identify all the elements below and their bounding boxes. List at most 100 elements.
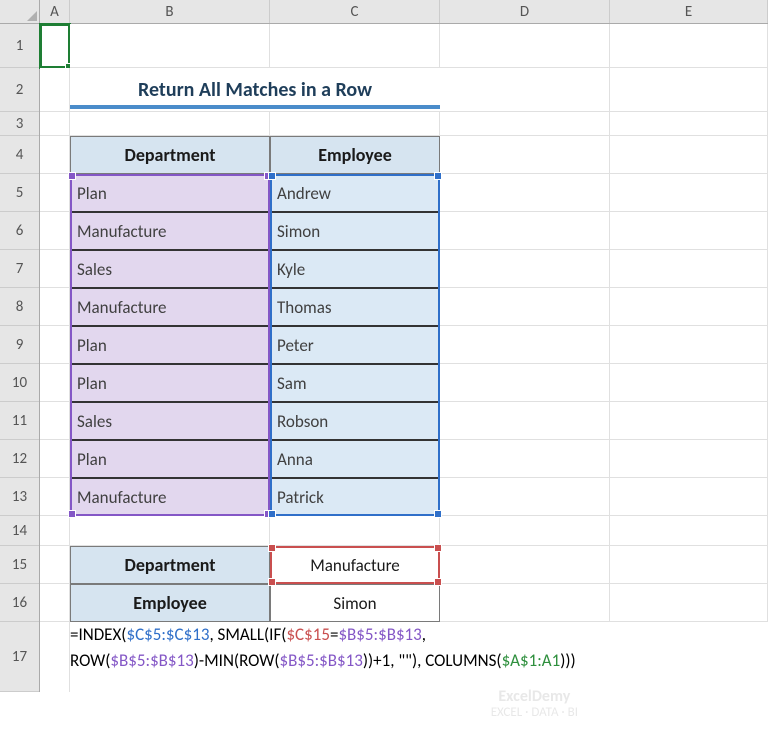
title-cell[interactable]: Return All Matches in a Row: [70, 68, 440, 112]
cell-E16[interactable]: [610, 584, 768, 622]
cell-D1[interactable]: [440, 24, 610, 68]
cell-E8[interactable]: [610, 288, 768, 326]
cell-A1[interactable]: [40, 24, 70, 68]
cell-E5[interactable]: [610, 174, 768, 212]
cell-C3[interactable]: [270, 112, 440, 136]
table-row[interactable]: Plan: [70, 364, 270, 402]
row-header-13[interactable]: 13: [0, 478, 39, 516]
cell-E10[interactable]: [610, 364, 768, 402]
row-header-9[interactable]: 9: [0, 326, 39, 364]
cell-E4[interactable]: [610, 136, 768, 174]
cell-D16[interactable]: [440, 584, 610, 622]
cell-D9[interactable]: [440, 326, 610, 364]
row-header-11[interactable]: 11: [0, 402, 39, 440]
cell-E1[interactable]: [610, 24, 768, 68]
cell-D12[interactable]: [440, 440, 610, 478]
cell-E9[interactable]: [610, 326, 768, 364]
table-row[interactable]: Manufacture: [70, 212, 270, 250]
table-row[interactable]: Sam: [270, 364, 440, 402]
cell-E12[interactable]: [610, 440, 768, 478]
lookup-emp-value[interactable]: Simon: [270, 584, 440, 622]
table-row[interactable]: Thomas: [270, 288, 440, 326]
cell-A12[interactable]: [40, 440, 70, 478]
cell-B3[interactable]: [70, 112, 270, 136]
cell-D10[interactable]: [440, 364, 610, 402]
row-header-16[interactable]: 16: [0, 584, 39, 622]
row-header-7[interactable]: 7: [0, 250, 39, 288]
cell-A11[interactable]: [40, 402, 70, 440]
cell-B1[interactable]: [70, 24, 270, 68]
table-row[interactable]: Plan: [70, 440, 270, 478]
select-all-corner[interactable]: [0, 0, 40, 24]
lookup-emp-label[interactable]: Employee: [70, 584, 270, 622]
table-row[interactable]: Sales: [70, 402, 270, 440]
cell-A9[interactable]: [40, 326, 70, 364]
cell-A5[interactable]: [40, 174, 70, 212]
row-header-4[interactable]: 4: [0, 136, 39, 174]
col-header-D[interactable]: D: [440, 0, 610, 23]
cell-C14[interactable]: [270, 516, 440, 546]
cell-D4[interactable]: [440, 136, 610, 174]
formula-cell[interactable]: =INDEX($C$5:$C$13, SMALL(IF($C$15=$B$5:$…: [70, 622, 768, 692]
table-row[interactable]: Patrick: [270, 478, 440, 516]
table-row[interactable]: Plan: [70, 174, 270, 212]
cell-D2[interactable]: [440, 68, 610, 112]
table-row[interactable]: Manufacture: [70, 478, 270, 516]
dept-header[interactable]: Department: [70, 136, 270, 174]
row-header-2[interactable]: 2: [0, 68, 39, 112]
emp-header[interactable]: Employee: [270, 136, 440, 174]
cell-A4[interactable]: [40, 136, 70, 174]
cell-A6[interactable]: [40, 212, 70, 250]
cell-D14[interactable]: [440, 516, 610, 546]
cell-D5[interactable]: [440, 174, 610, 212]
cell-D11[interactable]: [440, 402, 610, 440]
cell-D8[interactable]: [440, 288, 610, 326]
row-header-5[interactable]: 5: [0, 174, 39, 212]
col-header-C[interactable]: C: [270, 0, 440, 23]
cell-D7[interactable]: [440, 250, 610, 288]
row-header-15[interactable]: 15: [0, 546, 39, 584]
lookup-dept-value[interactable]: Manufacture: [270, 546, 440, 584]
cell-A8[interactable]: [40, 288, 70, 326]
cell-E2[interactable]: [610, 68, 768, 112]
table-row[interactable]: Anna: [270, 440, 440, 478]
row-header-3[interactable]: 3: [0, 112, 39, 136]
cell-A17[interactable]: [40, 622, 70, 692]
cell-A3[interactable]: [40, 112, 70, 136]
cell-B14[interactable]: [70, 516, 270, 546]
cell-E13[interactable]: [610, 478, 768, 516]
cell-E11[interactable]: [610, 402, 768, 440]
cell-D3[interactable]: [440, 112, 610, 136]
cell-A10[interactable]: [40, 364, 70, 402]
row-header-1[interactable]: 1: [0, 24, 39, 68]
row-header-12[interactable]: 12: [0, 440, 39, 478]
row-header-8[interactable]: 8: [0, 288, 39, 326]
col-header-A[interactable]: A: [40, 0, 70, 23]
table-row[interactable]: Simon: [270, 212, 440, 250]
lookup-dept-label[interactable]: Department: [70, 546, 270, 584]
table-row[interactable]: Robson: [270, 402, 440, 440]
cell-A2[interactable]: [40, 68, 70, 112]
row-header-6[interactable]: 6: [0, 212, 39, 250]
row-header-14[interactable]: 14: [0, 516, 39, 546]
cell-A15[interactable]: [40, 546, 70, 584]
cell-D6[interactable]: [440, 212, 610, 250]
cell-C1[interactable]: [270, 24, 440, 68]
table-row[interactable]: Sales: [70, 250, 270, 288]
table-row[interactable]: Plan: [70, 326, 270, 364]
cell-D13[interactable]: [440, 478, 610, 516]
col-header-E[interactable]: E: [610, 0, 768, 23]
cell-A14[interactable]: [40, 516, 70, 546]
sheet-area[interactable]: Return All Matches in a Row Department E…: [40, 24, 768, 692]
row-header-10[interactable]: 10: [0, 364, 39, 402]
cell-A16[interactable]: [40, 584, 70, 622]
col-header-B[interactable]: B: [70, 0, 270, 23]
row-header-17[interactable]: 17: [0, 622, 39, 692]
cell-A13[interactable]: [40, 478, 70, 516]
table-row[interactable]: Peter: [270, 326, 440, 364]
cell-E7[interactable]: [610, 250, 768, 288]
table-row[interactable]: Kyle: [270, 250, 440, 288]
cell-E15[interactable]: [610, 546, 768, 584]
cell-E6[interactable]: [610, 212, 768, 250]
cell-E14[interactable]: [610, 516, 768, 546]
